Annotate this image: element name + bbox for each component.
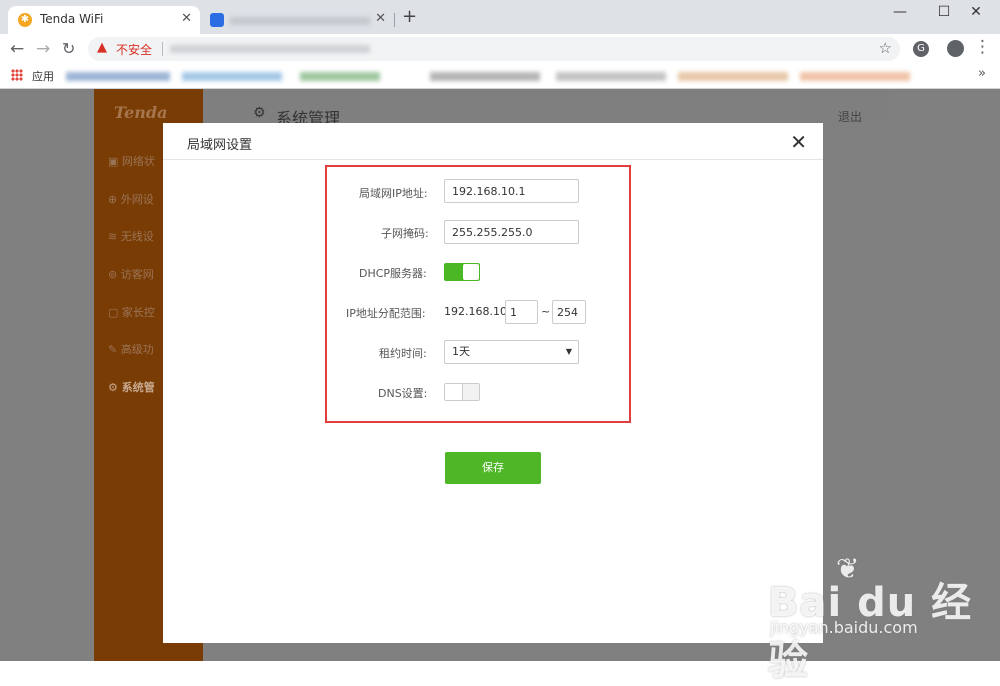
logout-link[interactable]: 退出 [838, 108, 862, 125]
window-close-icon[interactable]: ✕ [956, 4, 996, 20]
blurred-url [170, 45, 370, 53]
tab-close-icon[interactable]: ✕ [181, 11, 192, 26]
ip-range-start-input[interactable] [505, 300, 538, 324]
tenda-logo: Tenda [114, 103, 168, 122]
gear-icon: ⚙ [253, 105, 266, 121]
blurred-bookmark[interactable] [182, 72, 282, 81]
lan-ip-input[interactable] [444, 179, 579, 203]
tab-strip: ✱ Tenda WiFi ✕ ✕ + — ☐ ✕ [0, 0, 1000, 34]
tab-close-icon[interactable]: ✕ [375, 11, 386, 26]
more-menu-icon[interactable]: ⋮ [974, 37, 991, 57]
tab-separator [394, 13, 395, 27]
sidebar-item-wireless[interactable]: ≋ 无线设 [108, 228, 154, 244]
warning-icon: ▲ [97, 40, 107, 55]
baidu-favicon-icon [210, 13, 224, 27]
dns-settings-label: DNS设置: [378, 387, 428, 400]
tenda-favicon-icon: ✱ [18, 13, 32, 27]
subnet-mask-input[interactable] [444, 220, 579, 244]
blurred-bookmark[interactable] [800, 72, 910, 81]
new-tab-icon[interactable]: + [402, 6, 417, 27]
browser-toolbar: ← → ↻ ▲ 不安全 ☆ G ⋮ [0, 34, 1000, 64]
sidebar-item-advanced[interactable]: ✎ 高级功 [108, 341, 154, 357]
ip-range-prefix: 192.168.10. [444, 305, 511, 318]
blurred-bookmark[interactable] [430, 72, 540, 81]
ip-range-label: IP地址分配范围: [346, 307, 426, 320]
dialog-title: 局域网设置 [187, 138, 253, 153]
sidebar-item-label: 家长控 [121, 306, 155, 319]
sidebar-item-label: 系统管 [121, 381, 155, 394]
sidebar-item-label: 访客网 [120, 268, 154, 281]
minimize-icon[interactable]: — [880, 4, 920, 20]
apps-grid-icon[interactable] [11, 69, 23, 81]
sidebar-item-label: 无线设 [120, 230, 154, 243]
tab-title: Tenda WiFi [40, 12, 104, 26]
url-divider [162, 42, 163, 56]
blurred-tab-title [230, 17, 370, 25]
lan-ip-label: 局域网IP地址: [359, 187, 428, 200]
sidebar-item-network-status[interactable]: ▣ 网络状 [108, 153, 155, 169]
lease-time-select[interactable]: 1天 ▼ [444, 340, 579, 364]
extension-icon[interactable]: G [913, 41, 929, 57]
sidebar-item-parental[interactable]: ▢ 家长控 [108, 304, 155, 320]
ip-range-end-input[interactable] [552, 300, 586, 324]
toggle-knob [463, 264, 479, 280]
sidebar-item-label: 外网设 [120, 193, 154, 206]
dropdown-arrow-icon: ▼ [565, 347, 572, 356]
dhcp-server-label: DHCP服务器: [359, 267, 427, 280]
reload-icon[interactable]: ↻ [62, 39, 75, 58]
address-bar[interactable]: ▲ 不安全 ☆ [88, 37, 900, 61]
forward-icon[interactable]: → [36, 39, 50, 59]
blurred-bookmark[interactable] [678, 72, 788, 81]
apps-label[interactable]: 应用 [32, 68, 54, 84]
lease-time-value: 1天 [452, 345, 470, 358]
tab-blurred[interactable]: ✕ [204, 6, 392, 34]
tab-tenda-wifi[interactable]: ✱ Tenda WiFi ✕ [8, 6, 200, 34]
security-label[interactable]: 不安全 [116, 41, 152, 58]
profile-avatar-icon[interactable] [947, 40, 964, 57]
dhcp-toggle[interactable] [444, 263, 480, 281]
save-button[interactable]: 保存 [445, 452, 541, 484]
range-separator: ~ [541, 305, 551, 318]
blurred-bookmark[interactable] [300, 72, 380, 81]
more-bookmarks-icon[interactable]: » [978, 66, 986, 81]
back-icon[interactable]: ← [10, 39, 24, 59]
blurred-bookmark[interactable] [556, 72, 666, 81]
bookmark-star-icon[interactable]: ☆ [879, 39, 892, 57]
lease-time-label: 租约时间: [379, 347, 427, 360]
watermark-site: jingyan.baidu.com [770, 618, 918, 637]
close-icon[interactable]: ✕ [790, 130, 807, 154]
dialog-divider [163, 159, 823, 160]
blurred-bookmark[interactable] [66, 72, 170, 81]
toggle-knob [445, 384, 463, 400]
sidebar-item-label: 网络状 [121, 155, 155, 168]
sidebar-item-label: 高级功 [120, 343, 154, 356]
dns-toggle[interactable] [444, 383, 480, 401]
sidebar-item-system[interactable]: ⚙ 系统管 [108, 379, 155, 395]
subnet-mask-label: 子网掩码: [381, 227, 429, 240]
content-header: ⚙ 系统管理 退出 [203, 89, 890, 128]
lan-settings-dialog: 局域网设置 ✕ 局域网IP地址: 子网掩码: DHCP服务器: IP地址分配范围… [163, 123, 823, 643]
bookmarks-bar: 应用 » [0, 64, 1000, 89]
sidebar-item-wan[interactable]: ⊕ 外网设 [108, 191, 154, 207]
sidebar-item-guest[interactable]: ⊚ 访客网 [108, 266, 154, 282]
